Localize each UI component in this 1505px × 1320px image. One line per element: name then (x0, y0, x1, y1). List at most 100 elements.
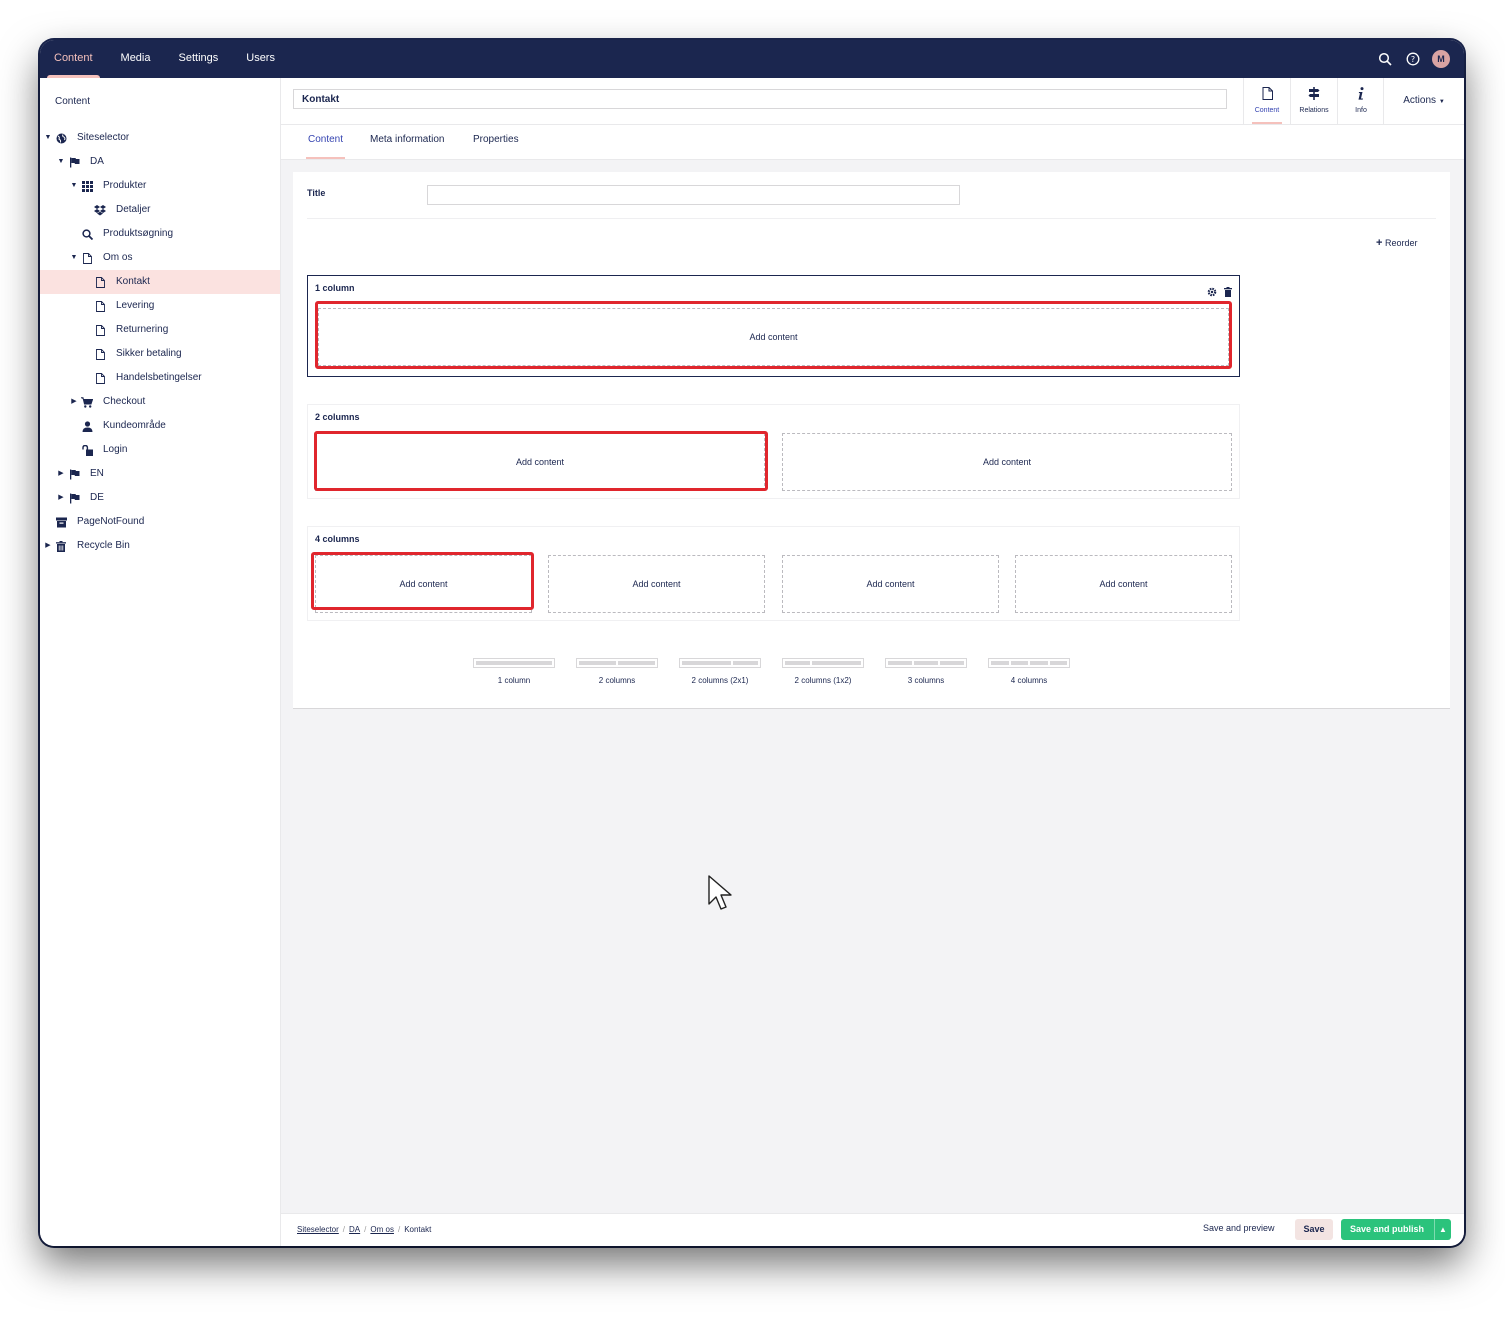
caret-down-icon[interactable]: ▼ (70, 246, 78, 270)
section-nav: Content Media Settings Users (40, 40, 289, 78)
layout-2-columns[interactable]: 2 columns (576, 658, 658, 685)
sidebar-title: Content (55, 96, 91, 107)
add-content-button[interactable]: Add content (315, 433, 765, 491)
tree-item-recycle-bin[interactable]: ▶ Recycle Bin (40, 534, 280, 558)
breadcrumb-om-os[interactable]: Om os (370, 1214, 394, 1246)
search-icon (81, 228, 93, 240)
plus-icon: + (1376, 237, 1383, 249)
grid-row-2-columns[interactable]: 2 columns Add content Add content (307, 404, 1240, 499)
row-title: 1 column (315, 283, 355, 293)
tree-item-en[interactable]: ▶ EN (40, 462, 280, 486)
tab-meta-information[interactable]: Meta information (370, 125, 444, 159)
add-content-button[interactable]: Add content (548, 555, 765, 613)
tree-item-checkout[interactable]: ▶ Checkout (40, 390, 280, 414)
title-input[interactable] (427, 185, 960, 205)
content-apps: Content Relations Info (1243, 78, 1384, 124)
app-info[interactable]: Info (1337, 78, 1384, 124)
tree-item-label: Produktsøgning (103, 228, 174, 239)
caret-down-icon[interactable]: ▼ (57, 150, 65, 174)
document-icon (81, 252, 93, 264)
tree-item-label: Levering (116, 300, 155, 311)
caret-down-icon: ▼ (1438, 99, 1445, 105)
app-window: Content Media Settings Users ? M Content… (40, 40, 1464, 1246)
section-content[interactable]: Content (40, 40, 107, 78)
section-users[interactable]: Users (232, 40, 289, 78)
top-actions: ? M (1376, 40, 1450, 78)
tree-item-label: Handelsbetingelser (116, 372, 202, 383)
tree-item-siteselector[interactable]: ▼ Siteselector (40, 126, 280, 150)
breadcrumb-siteselector[interactable]: Siteselector (297, 1214, 339, 1246)
tree-item-sikker-betaling[interactable]: Sikker betaling (40, 342, 280, 366)
breadcrumb-current: Kontakt (404, 1225, 432, 1234)
tree-item-pagenotfound[interactable]: PageNotFound (40, 510, 280, 534)
tree-item-label: Returnering (116, 324, 169, 335)
section-settings[interactable]: Settings (165, 40, 233, 78)
tree-item-produkter[interactable]: ▼ Produkter (40, 174, 280, 198)
tree-item-kundeområde[interactable]: Kundeområde (40, 414, 280, 438)
tree-item-kontakt[interactable]: Kontakt (40, 270, 280, 294)
tree-item-label: EN (90, 468, 104, 479)
tree-item-label: Kundeområde (103, 420, 166, 431)
grid-row-4-columns[interactable]: 4 columns Add content Add content Add co… (307, 526, 1240, 621)
caret-down-icon[interactable]: ▼ (70, 174, 78, 198)
row-title: 2 columns (315, 412, 360, 422)
tree-item-label: Checkout (103, 396, 146, 407)
save-and-preview-button[interactable]: Save and preview (1203, 1223, 1275, 1233)
add-content-button[interactable]: Add content (318, 308, 1229, 366)
layout-2-columns-2x1[interactable]: 2 columns (2x1) (679, 658, 761, 685)
document-icon (1262, 87, 1273, 100)
help-icon[interactable]: ? (1404, 50, 1422, 68)
app-relations[interactable]: Relations (1290, 78, 1337, 124)
trash-icon (55, 540, 67, 552)
add-content-button[interactable]: Add content (315, 555, 532, 613)
tree-item-da[interactable]: ▼ DA (40, 150, 280, 174)
caret-right-icon[interactable]: ▶ (57, 462, 65, 486)
layout-picker: 1 column 2 columns 2 columns (2x1) 2 col… (473, 658, 1070, 685)
dropbox-icon (94, 204, 106, 216)
tree-item-label: DA (90, 156, 104, 167)
save-and-publish-button[interactable]: Save and publish ▲ (1341, 1219, 1451, 1240)
gear-icon[interactable] (1207, 284, 1217, 302)
add-content-button[interactable]: Add content (782, 555, 999, 613)
layout-4-columns[interactable]: 4 columns (988, 658, 1070, 685)
save-button[interactable]: Save (1295, 1219, 1333, 1240)
layout-3-columns[interactable]: 3 columns (885, 658, 967, 685)
add-content-button[interactable]: Add content (782, 433, 1232, 491)
caret-right-icon[interactable]: ▶ (70, 390, 78, 414)
breadcrumb-da[interactable]: DA (349, 1214, 360, 1246)
caret-down-icon[interactable]: ▼ (44, 126, 52, 150)
signpost-icon (1308, 87, 1320, 100)
caret-up-icon[interactable]: ▲ (1434, 1219, 1451, 1240)
reorder-button[interactable]: + Reorder (1376, 237, 1417, 249)
section-media[interactable]: Media (107, 40, 165, 78)
avatar[interactable]: M (1432, 50, 1450, 68)
tree-item-label: Detaljer (116, 204, 151, 215)
tree-item-produktsøgning[interactable]: Produktsøgning (40, 222, 280, 246)
actions-dropdown[interactable]: Actions ▼ (1383, 78, 1464, 124)
tree-item-returnering[interactable]: Returnering (40, 318, 280, 342)
tree-item-om-os[interactable]: ▼ Om os (40, 246, 280, 270)
tree-item-de[interactable]: ▶ DE (40, 486, 280, 510)
tab-content[interactable]: Content (305, 125, 346, 159)
caret-right-icon[interactable]: ▶ (57, 486, 65, 510)
search-icon[interactable] (1376, 50, 1394, 68)
tree-item-label: Siteselector (77, 132, 130, 143)
svg-text:?: ? (1411, 55, 1415, 64)
tree-item-label: Recycle Bin (77, 540, 130, 551)
layout-2-columns-1x2[interactable]: 2 columns (1x2) (782, 658, 864, 685)
document-icon (94, 300, 106, 312)
tab-properties[interactable]: Properties (473, 125, 519, 159)
tree-item-levering[interactable]: Levering (40, 294, 280, 318)
caret-right-icon[interactable]: ▶ (44, 534, 52, 558)
trash-icon[interactable] (1224, 284, 1232, 302)
content-panel: Title + Reorder 1 column Add content 2 c… (293, 172, 1450, 709)
tree-item-login[interactable]: Login (40, 438, 280, 462)
node-name-input[interactable]: Kontakt (293, 89, 1227, 109)
tree-item-detaljer[interactable]: Detaljer (40, 198, 280, 222)
add-content-button[interactable]: Add content (1015, 555, 1232, 613)
document-icon (94, 348, 106, 360)
app-content[interactable]: Content (1243, 78, 1290, 124)
grid-row-1-column[interactable]: 1 column Add content (307, 275, 1240, 377)
layout-1-column[interactable]: 1 column (473, 658, 555, 685)
tree-item-handelsbetingelser[interactable]: Handelsbetingelser (40, 366, 280, 390)
